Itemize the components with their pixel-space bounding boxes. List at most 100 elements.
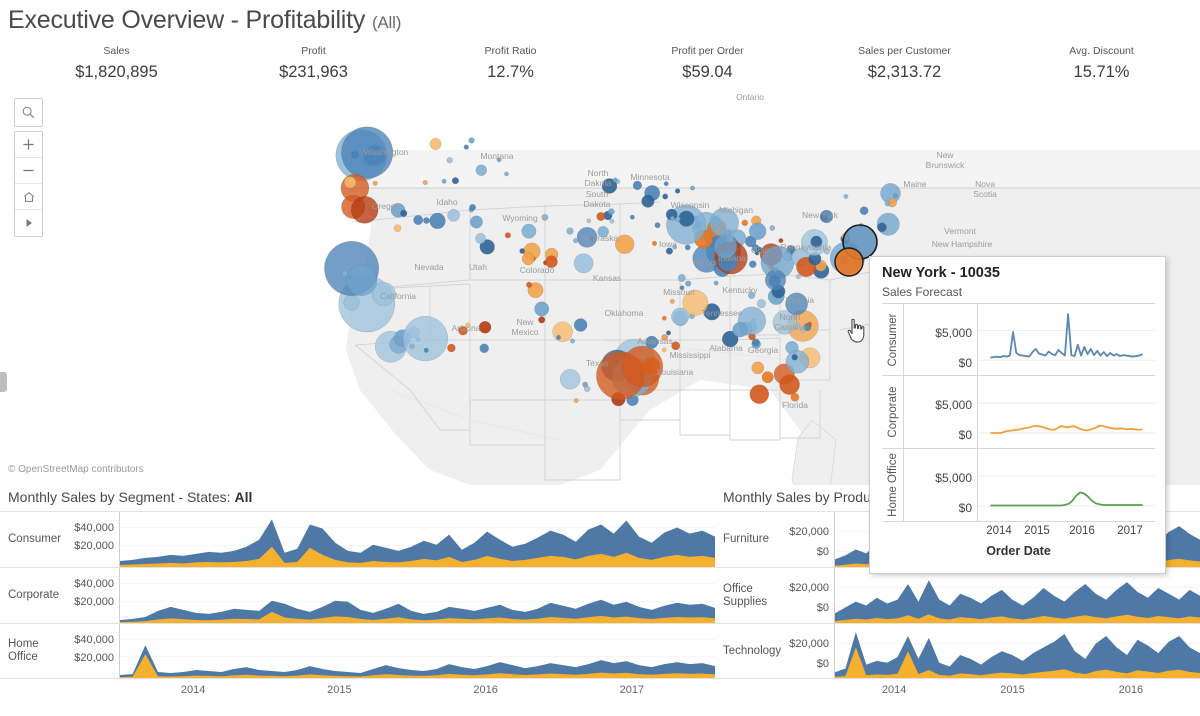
map-bubble[interactable] xyxy=(690,185,695,191)
map-bubble[interactable] xyxy=(576,226,598,248)
map-bubble[interactable] xyxy=(566,227,574,235)
map-bubble-selected-secondary[interactable] xyxy=(834,247,864,277)
map-bubble[interactable] xyxy=(800,327,806,333)
map-bubble[interactable] xyxy=(661,315,667,321)
map-bubble[interactable] xyxy=(785,350,810,374)
map-bubble[interactable] xyxy=(341,270,348,277)
map-home-button[interactable] xyxy=(15,184,42,210)
map-bubble[interactable] xyxy=(463,144,469,150)
map-bubble[interactable] xyxy=(684,244,691,251)
map-bubble[interactable] xyxy=(447,343,456,353)
map-bubble[interactable] xyxy=(685,280,692,287)
map-bubble[interactable] xyxy=(756,299,766,309)
map-bubble[interactable] xyxy=(496,157,502,163)
map-bubble[interactable] xyxy=(400,209,408,218)
map-bubble[interactable] xyxy=(556,335,561,340)
map-bubble[interactable] xyxy=(468,137,475,144)
map-bubble[interactable] xyxy=(884,200,891,207)
map-bubble[interactable] xyxy=(671,341,681,351)
chart-plot-area[interactable] xyxy=(835,624,1200,678)
map-bubble[interactable] xyxy=(521,252,535,266)
map-bubble[interactable] xyxy=(843,194,849,199)
map-bubble[interactable] xyxy=(534,301,550,317)
map-bubble[interactable] xyxy=(713,235,738,259)
map-bubble[interactable] xyxy=(749,260,757,268)
map-bubble[interactable] xyxy=(552,321,573,343)
map-bubble[interactable] xyxy=(641,194,655,208)
map-bubble[interactable] xyxy=(671,307,689,326)
map-bubble[interactable] xyxy=(573,318,588,332)
map-bubble[interactable] xyxy=(761,371,774,384)
map-bubble[interactable] xyxy=(807,321,813,327)
map-zoom-out-button[interactable] xyxy=(15,158,42,184)
map-bubble[interactable] xyxy=(469,215,483,229)
map-bubble[interactable] xyxy=(526,281,533,288)
map-bubble[interactable] xyxy=(769,225,776,231)
map-bubble[interactable] xyxy=(768,275,781,287)
map-bubble[interactable] xyxy=(632,180,643,191)
map-bubble[interactable] xyxy=(582,381,589,388)
chart-plot-area[interactable] xyxy=(835,568,1200,623)
map-bubble[interactable] xyxy=(783,251,792,261)
map-bubble[interactable] xyxy=(465,322,471,328)
map-pan-toggle-button[interactable] xyxy=(15,210,42,236)
map-bubble[interactable] xyxy=(749,222,767,240)
map-bubble[interactable] xyxy=(663,181,669,187)
chart-plot-area[interactable] xyxy=(120,624,715,678)
map-bubble[interactable] xyxy=(570,338,576,344)
map-bubble[interactable] xyxy=(341,126,394,179)
map-bubble[interactable] xyxy=(478,321,492,334)
map-bubble[interactable] xyxy=(678,210,695,227)
map-bubble[interactable] xyxy=(350,196,379,224)
map-bubble[interactable] xyxy=(596,212,606,221)
map-bubble[interactable] xyxy=(609,218,615,224)
map-bubble[interactable] xyxy=(612,177,618,183)
map-bubble[interactable] xyxy=(573,238,579,244)
map-bubble[interactable] xyxy=(422,179,428,185)
map-bubble[interactable] xyxy=(541,213,549,221)
chart-plot-area[interactable] xyxy=(120,512,715,567)
map-bubble[interactable] xyxy=(679,285,685,291)
map-bubble[interactable] xyxy=(661,334,667,340)
map-bubble[interactable] xyxy=(665,247,673,255)
map-bubble[interactable] xyxy=(447,209,460,222)
map-bubble[interactable] xyxy=(423,217,430,224)
chart-plot-area[interactable] xyxy=(120,568,715,623)
map-bubble[interactable] xyxy=(504,171,509,177)
map-bubble[interactable] xyxy=(475,164,487,176)
map-bubble[interactable] xyxy=(672,244,677,250)
dashboard-edge-handle[interactable] xyxy=(0,372,7,392)
map-bubble[interactable] xyxy=(778,238,784,244)
map-bubble[interactable] xyxy=(713,280,719,286)
map-bubble[interactable] xyxy=(670,216,675,221)
map-bubble[interactable] xyxy=(669,298,675,304)
map-bubble[interactable] xyxy=(458,325,468,336)
map-bubble[interactable] xyxy=(504,232,511,239)
map-bubble[interactable] xyxy=(343,294,360,311)
map-bubble[interactable] xyxy=(662,193,669,200)
map-bubble[interactable] xyxy=(423,347,429,353)
map-bubble[interactable] xyxy=(666,330,672,336)
map-bubble[interactable] xyxy=(521,223,537,239)
map-bubble[interactable] xyxy=(429,212,446,229)
map-bubble[interactable] xyxy=(573,253,594,274)
map-bubble[interactable] xyxy=(747,291,756,299)
map-bubble[interactable] xyxy=(560,369,581,390)
map-bubble[interactable] xyxy=(785,292,808,316)
map-bubble[interactable] xyxy=(677,274,686,282)
map-bubble[interactable] xyxy=(772,267,778,273)
map-zoom-in-button[interactable] xyxy=(15,132,42,158)
map-bubble[interactable] xyxy=(859,206,869,215)
map-bubble[interactable] xyxy=(615,234,635,254)
map-tooltip[interactable]: New York - 10035 Sales Forecast Consumer… xyxy=(869,256,1166,574)
map-bubble[interactable] xyxy=(751,338,760,347)
map-bubble[interactable] xyxy=(790,392,800,402)
map-bubble[interactable] xyxy=(393,224,402,232)
map-bubble[interactable] xyxy=(372,180,378,186)
map-bubble[interactable] xyxy=(661,347,667,353)
map-bubble[interactable] xyxy=(608,208,615,215)
map-bubble[interactable] xyxy=(402,316,448,362)
map-bubble[interactable] xyxy=(629,214,635,220)
map-bubble[interactable] xyxy=(674,188,681,194)
map-bubble[interactable] xyxy=(413,215,424,225)
